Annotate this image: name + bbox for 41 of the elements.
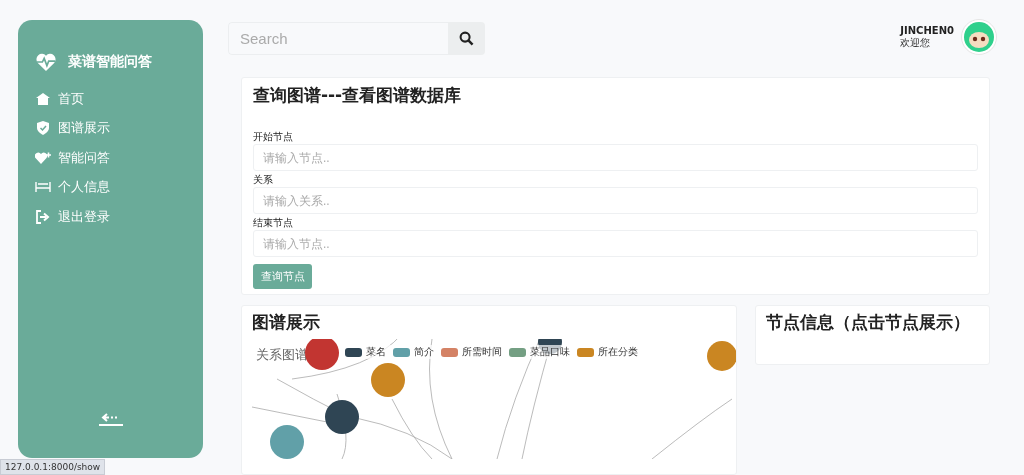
field-label: 关系 — [253, 173, 274, 187]
graph-node[interactable] — [270, 425, 304, 459]
input-field[interactable]: 请输入节点.. — [253, 230, 978, 257]
search-field[interactable]: Search — [228, 22, 448, 55]
search-button[interactable] — [448, 22, 485, 55]
avatar[interactable] — [961, 19, 997, 55]
sidebar-item[interactable]: 退出登录 — [35, 202, 203, 232]
heart-plus-icon — [35, 151, 51, 164]
bed-icon — [35, 181, 51, 194]
shield-icon — [35, 121, 51, 136]
user-name: JINCHEN0 — [900, 24, 954, 36]
graph-node[interactable] — [707, 341, 736, 371]
legend-item[interactable]: 所需时间 — [441, 345, 502, 359]
search-icon — [459, 31, 474, 46]
input-field[interactable]: 请输入关系.. — [253, 187, 978, 214]
brand-title: 菜谱智能问答 — [68, 53, 152, 71]
home-icon — [35, 92, 51, 105]
legend-item[interactable]: 菜品口味 — [509, 345, 570, 359]
field-label: 结束节点 — [253, 216, 294, 230]
graph-node[interactable] — [305, 339, 339, 370]
sidebar-item[interactable]: 智能问答 — [35, 143, 203, 173]
field-label: 开始节点 — [253, 130, 294, 144]
graph-node[interactable] — [371, 363, 405, 397]
greeting: 欢迎您 — [900, 36, 932, 50]
card-title: 查询图谱---查看图谱数据库 — [253, 84, 463, 107]
status-bar: 127.0.0.1:8000/show — [0, 459, 106, 475]
card-title: 图谱展示 — [252, 311, 321, 334]
legend-item[interactable]: 菜名 — [345, 345, 386, 359]
sidebar-item[interactable]: 首页 — [35, 84, 203, 114]
heartbeat-icon — [35, 52, 57, 72]
card-title: 节点信息（点击节点展示） — [766, 311, 971, 334]
legend-item[interactable]: 简介 — [393, 345, 434, 359]
input-field[interactable]: 请输入节点.. — [253, 144, 978, 171]
logout-icon — [35, 209, 51, 224]
chart-title: 关系图谱 — [256, 346, 308, 364]
sidebar-item[interactable]: 个人信息 — [35, 172, 203, 202]
graph-node[interactable] — [325, 400, 359, 434]
legend-item[interactable]: 所在分类 — [577, 345, 638, 359]
sidebar-item[interactable]: 图谱展示 — [35, 113, 203, 143]
collapse-icon[interactable] — [97, 412, 124, 426]
query-button[interactable]: 查询节点 — [253, 264, 312, 289]
